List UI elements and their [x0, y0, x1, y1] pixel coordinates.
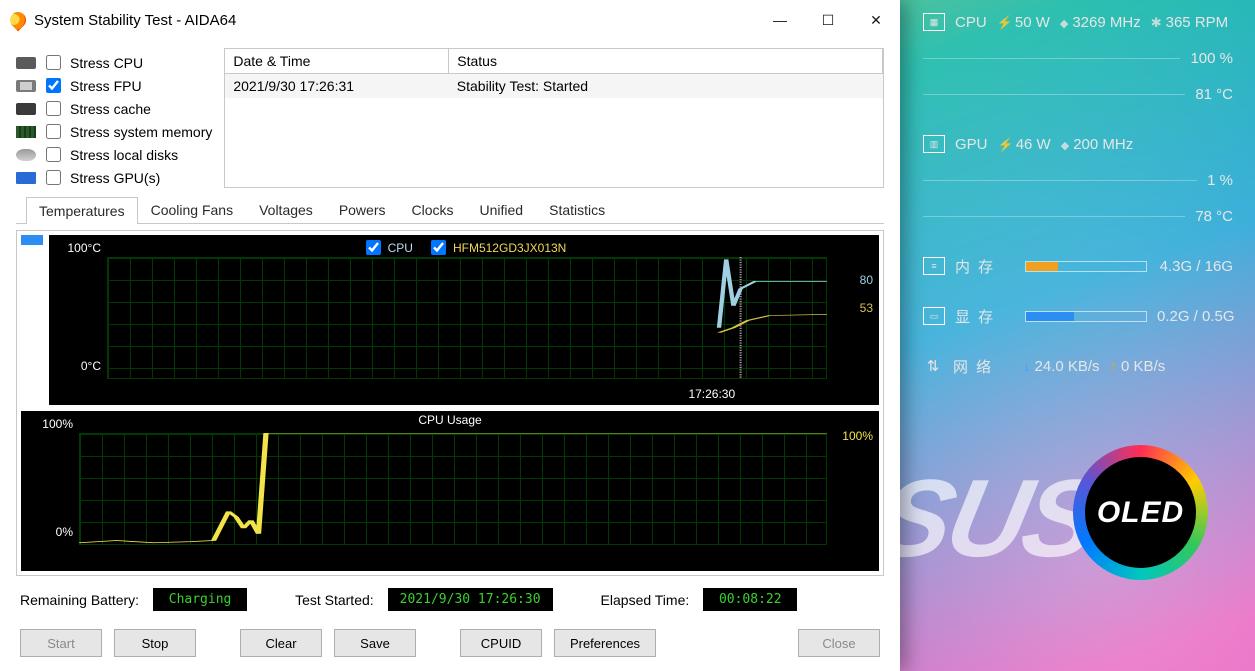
tab-cooling-fans[interactable]: Cooling Fans	[138, 196, 247, 223]
memory-icon: ≡	[923, 257, 945, 275]
clear-button[interactable]: Clear	[240, 629, 322, 657]
gpu-icon: ▥	[923, 135, 945, 153]
close-button[interactable]: ✕	[852, 0, 900, 40]
hud-net-label: 网 络	[953, 356, 1013, 377]
started-label: Test Started:	[295, 592, 374, 608]
network-icon: ⇅	[923, 357, 943, 375]
colorbar	[21, 235, 43, 405]
hud-vram-label: 显 存	[955, 306, 1015, 327]
legend-cpu[interactable]: CPU	[362, 237, 413, 258]
elapsed-label: Elapsed Time:	[601, 592, 690, 608]
hud-gpu-label: GPU	[955, 136, 988, 153]
status-bar: Remaining Battery: Charging Test Started…	[16, 582, 884, 617]
tab-voltages[interactable]: Voltages	[246, 196, 326, 223]
usage-axis-top: 100%	[42, 417, 73, 431]
hud-gpu-clock: 200 MHz	[1061, 136, 1134, 153]
tab-temperatures[interactable]: Temperatures	[26, 197, 138, 224]
preferences-button[interactable]: Preferences	[554, 629, 656, 657]
window-title: System Stability Test - AIDA64	[34, 12, 236, 29]
hud-mem-label: 内 存	[955, 256, 1015, 277]
check-stress-cpu[interactable]: Stress CPU	[16, 52, 212, 73]
stop-button[interactable]: Stop	[114, 629, 196, 657]
asus-logo: SUS	[867, 455, 1108, 582]
log-header-datetime[interactable]: Date & Time	[225, 49, 448, 74]
oled-badge: OLED	[1073, 445, 1208, 580]
fpu-chip-icon	[16, 80, 36, 92]
close-dialog-button[interactable]: Close	[798, 629, 880, 657]
started-value: 2021/9/30 17:26:30	[388, 588, 553, 611]
memory-chip-icon	[16, 126, 36, 138]
log-header-status[interactable]: Status	[449, 49, 883, 74]
check-stress-memory[interactable]: Stress system memory	[16, 121, 212, 142]
tab-bar: Temperatures Cooling Fans Voltages Power…	[16, 196, 884, 224]
tab-unified[interactable]: Unified	[467, 196, 537, 223]
hud-gpu-usage: 1 %	[1207, 172, 1233, 189]
check-stress-cache[interactable]: Stress cache	[16, 98, 212, 119]
hud-net-down: 24.0 KB/s	[1023, 358, 1100, 375]
usage-title: CPU Usage	[418, 413, 481, 427]
temp-x-label: 17:26:30	[688, 387, 735, 401]
hud-cpu-fan: 365 RPM	[1151, 14, 1228, 31]
maximize-button[interactable]: ☐	[804, 0, 852, 40]
temp-value-cpu: 80	[860, 273, 873, 287]
hud-cpu-power: 50 W	[997, 14, 1050, 31]
tab-clocks[interactable]: Clocks	[399, 196, 467, 223]
cache-chip-icon	[16, 103, 36, 115]
elapsed-value: 00:08:22	[703, 588, 797, 611]
gpu-chip-icon	[16, 172, 36, 184]
check-stress-gpu[interactable]: Stress GPU(s)	[16, 167, 212, 188]
log-row[interactable]: 2021/9/30 17:26:31 Stability Test: Start…	[225, 74, 882, 99]
battery-value: Charging	[153, 588, 247, 611]
log-cell-datetime: 2021/9/30 17:26:31	[225, 74, 448, 99]
check-stress-disks[interactable]: Stress local disks	[16, 144, 212, 165]
cpu-icon: ▦	[923, 13, 945, 31]
app-icon	[7, 9, 30, 32]
titlebar: System Stability Test - AIDA64 — ☐ ✕	[0, 0, 900, 40]
temp-axis-top: 100°C	[68, 241, 102, 255]
vram-icon: ▭	[923, 307, 945, 325]
hud-cpu-label: CPU	[955, 14, 987, 31]
hud-gpu-temp: 78 °C	[1195, 208, 1233, 225]
hud-cpu-temp: 81 °C	[1195, 86, 1233, 103]
log-cell-status: Stability Test: Started	[449, 74, 883, 99]
usage-axis-bot: 0%	[56, 525, 73, 539]
log-panel: Date & Time Status 2021/9/30 17:26:31 St…	[224, 48, 884, 188]
aida64-window: System Stability Test - AIDA64 — ☐ ✕ Str…	[0, 0, 900, 671]
legend-ssd[interactable]: HFM512GD3JX013N	[427, 237, 566, 258]
temp-value-ssd: 53	[860, 301, 873, 315]
battery-label: Remaining Battery:	[20, 592, 139, 608]
start-button[interactable]: Start	[20, 629, 102, 657]
hud-gpu-power: 46 W	[998, 136, 1051, 153]
button-bar: Start Stop Clear Save CPUID Preferences …	[16, 623, 884, 667]
hud-cpu-clock: 3269 MHz	[1060, 14, 1141, 31]
tab-powers[interactable]: Powers	[326, 196, 399, 223]
hud-mem-value: 4.3G / 16G	[1160, 258, 1233, 275]
cpuid-button[interactable]: CPUID	[460, 629, 542, 657]
usage-value: 100%	[842, 429, 873, 443]
temp-axis-bot: 0°C	[81, 359, 101, 373]
hud-mem-bar	[1025, 261, 1147, 272]
stress-checklist: Stress CPU Stress FPU Stress cache Stres…	[16, 48, 212, 188]
check-stress-fpu[interactable]: Stress FPU	[16, 75, 212, 96]
cpu-usage-graph: CPU Usage 100% 0% 100%	[21, 411, 879, 571]
desktop-hud: ▦ CPU 50 W 3269 MHz 365 RPM 100 % 81 °C …	[915, 0, 1255, 388]
temperature-graph: CPU HFM512GD3JX013N 100°C 0°C	[49, 235, 879, 405]
hud-vram-value: 0.2G / 0.5G	[1157, 308, 1235, 325]
hud-net-up: 0 KB/s	[1110, 358, 1166, 375]
cpu-chip-icon	[16, 57, 36, 69]
save-button[interactable]: Save	[334, 629, 416, 657]
disk-icon	[16, 149, 36, 161]
hud-vram-bar	[1025, 311, 1147, 322]
tab-statistics[interactable]: Statistics	[536, 196, 618, 223]
minimize-button[interactable]: —	[756, 0, 804, 40]
hud-cpu-usage: 100 %	[1190, 50, 1233, 67]
